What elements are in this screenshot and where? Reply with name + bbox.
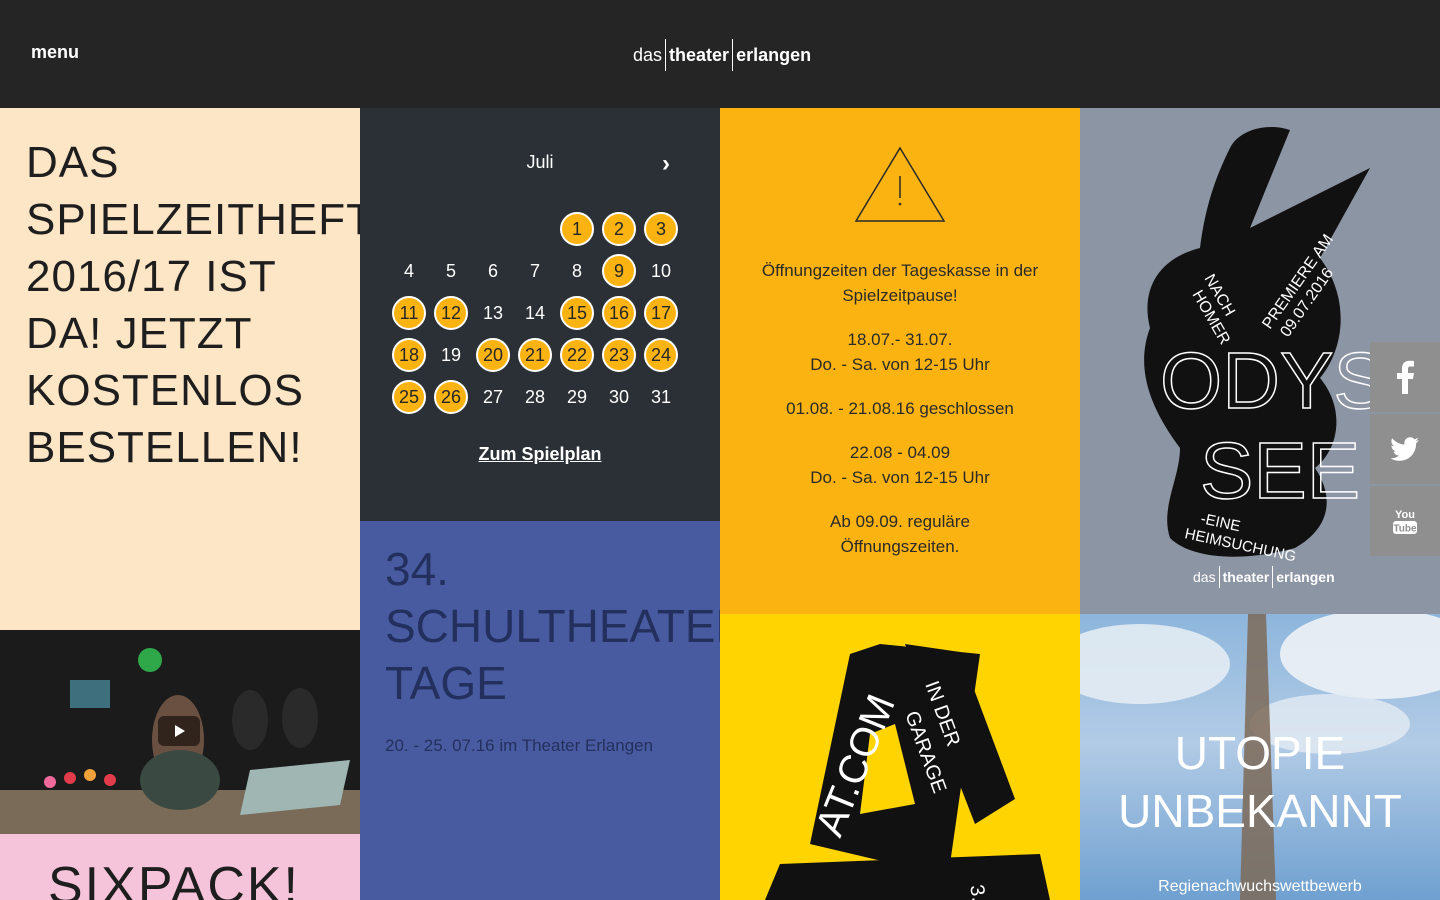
tile-atcom[interactable]: AT.COM IN DER GARAGE 3.	[720, 614, 1080, 900]
calendar-day[interactable]: 3	[644, 212, 678, 246]
logo-word-erlangen: erlangen	[736, 44, 812, 65]
tile-sixpack-title: Sixpack!	[48, 857, 301, 900]
kasse-period-1-hours: Do. - Sa. von 12-15 Uhr	[810, 355, 990, 374]
calendar-day[interactable]: 25	[392, 380, 426, 414]
calendar-day: 6	[487, 261, 498, 281]
calendar-day[interactable]: 17	[644, 296, 678, 330]
calendar-day: 30	[608, 387, 630, 407]
play-icon[interactable]	[158, 716, 200, 746]
menu-button[interactable]: menu	[31, 42, 79, 63]
facebook-icon[interactable]	[1370, 342, 1440, 412]
tile-spielzeitheft-text: Das Spielzeitheft 2016/17 ist da! Jetzt …	[26, 138, 360, 472]
kasse-period-3-hours: Do. - Sa. von 12-15 Uhr	[810, 468, 990, 487]
tile-schultheater-subtitle: 20. - 25. 07.16 im Theater Erlangen	[385, 736, 654, 755]
calendar-day: 27	[482, 387, 504, 407]
site-header: menu das theater erlangen	[0, 0, 1440, 108]
kasse-period-2: 01.08. - 21.08.16 geschlossen	[786, 399, 1014, 418]
odyssee-title-1: ODYS	[1160, 336, 1387, 425]
calendar-day: 13	[482, 303, 504, 323]
odyssee-title-2: SEE	[1200, 426, 1360, 515]
tile-utopie-subtitle: Regienachwuchswettbewerb	[1158, 878, 1362, 895]
chevron-right-icon[interactable]: ›	[656, 150, 676, 178]
calendar-day: 28	[524, 387, 546, 407]
kasse-info: Öffnungzeiten der Tageskasse in der Spie…	[720, 258, 1080, 578]
spielplan-link[interactable]: Zum Spielplan	[360, 444, 720, 465]
calendar-widget: Juli › 1 2 3 4 5 6 7 8 9 10 11 12 13 14 15 16 17 18 19 20 21…	[360, 108, 720, 521]
tile-utopie[interactable]: Utopie unbekannt Regienachwuchswettbewer…	[1080, 614, 1440, 900]
odyssee-logo-erlangen: erlangen	[1276, 569, 1335, 585]
twitter-icon[interactable]	[1370, 414, 1440, 484]
calendar-day[interactable]: 24	[644, 338, 678, 372]
tile-video[interactable]	[0, 630, 360, 834]
warning-icon	[854, 146, 946, 222]
calendar-day: 5	[445, 261, 456, 281]
odyssee-logo-theater: theater	[1222, 569, 1270, 585]
calendar-day: 8	[571, 261, 582, 281]
calendar-day[interactable]: 20	[476, 338, 510, 372]
atcom-poster: AT.COM IN DER GARAGE 3.	[765, 644, 1050, 900]
site-logo[interactable]: das theater erlangen	[630, 38, 814, 72]
tile-tageskasse: Öffnungzeiten der Tageskasse in der Spie…	[720, 108, 1080, 614]
calendar-day: 7	[529, 261, 540, 281]
calendar-day: 31	[650, 387, 672, 407]
kasse-period-4: Ab 09.09. reguläre Öffnungszeiten.	[830, 512, 970, 556]
tile-schultheater[interactable]: 34. Schultheater Tage 20. - 25. 07.16 im…	[360, 521, 720, 900]
calendar-day: 14	[524, 303, 546, 323]
calendar-day[interactable]: 21	[518, 338, 552, 372]
atcom-text-4: 3.	[965, 883, 990, 900]
calendar-day[interactable]: 12	[434, 296, 468, 330]
tile-schultheater-title: 34. Schultheater Tage	[385, 543, 720, 709]
calendar-day[interactable]: 16	[602, 296, 636, 330]
odyssee-logo: das theater erlangen	[1190, 566, 1338, 588]
kasse-heading: Öffnungzeiten der Tageskasse in der Spie…	[761, 261, 1039, 305]
calendar-day: 29	[566, 387, 588, 407]
logo-word-das: das	[633, 44, 663, 65]
calendar-day[interactable]: 11	[392, 296, 426, 330]
calendar-day: 19	[440, 345, 462, 365]
calendar-day[interactable]: 9	[602, 254, 636, 288]
tile-utopie-title: Utopie unbekannt	[1118, 727, 1402, 837]
calendar-day[interactable]: 23	[602, 338, 636, 372]
calendar-day[interactable]: 22	[560, 338, 594, 372]
svg-text:You: You	[1395, 509, 1415, 521]
kasse-period-1: 18.07.- 31.07.	[847, 330, 953, 349]
calendar-day[interactable]: 1	[560, 212, 594, 246]
calendar-day: 10	[650, 261, 672, 281]
calendar-day: 4	[403, 261, 414, 281]
logo-word-theater: theater	[669, 44, 730, 65]
youtube-icon[interactable]: You Tube	[1370, 486, 1440, 556]
calendar-day[interactable]: 2	[602, 212, 636, 246]
tile-sixpack[interactable]: Sixpack!	[0, 834, 360, 900]
odyssee-logo-das: das	[1193, 569, 1216, 585]
calendar-day[interactable]: 15	[560, 296, 594, 330]
kasse-period-3: 22.08 - 04.09	[849, 443, 951, 462]
tile-spielzeitheft[interactable]: Das Spielzeitheft 2016/17 ist da! Jetzt …	[0, 108, 360, 630]
calendar-day[interactable]: 18	[392, 338, 426, 372]
svg-text:Tube: Tube	[1393, 524, 1417, 535]
calendar-day[interactable]: 26	[434, 380, 468, 414]
